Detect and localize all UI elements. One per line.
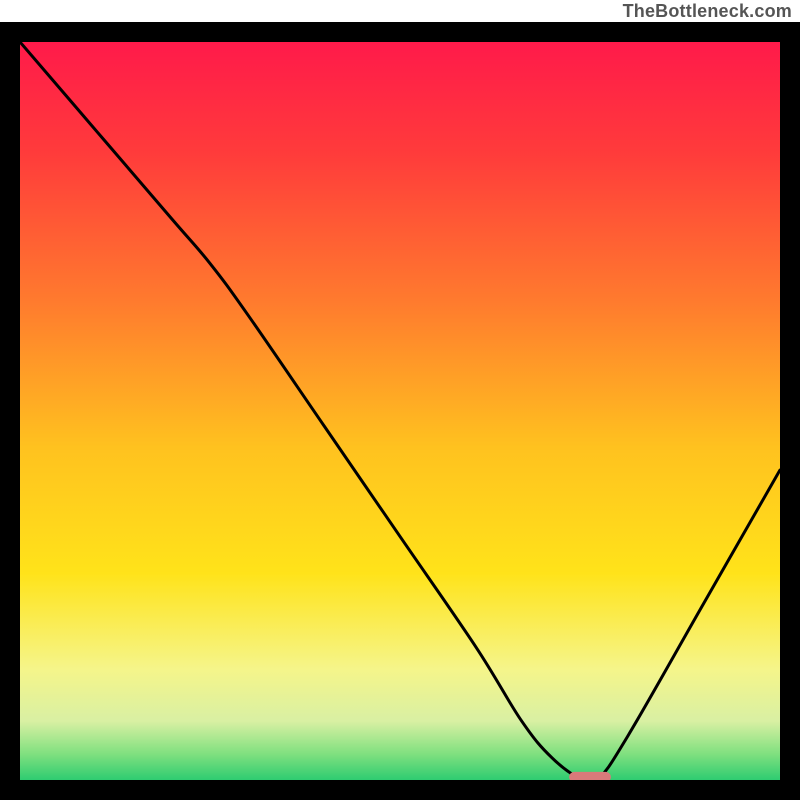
bottleneck-chart <box>0 22 800 800</box>
chart-frame <box>0 22 800 800</box>
watermark-text: TheBottleneck.com <box>623 0 792 22</box>
